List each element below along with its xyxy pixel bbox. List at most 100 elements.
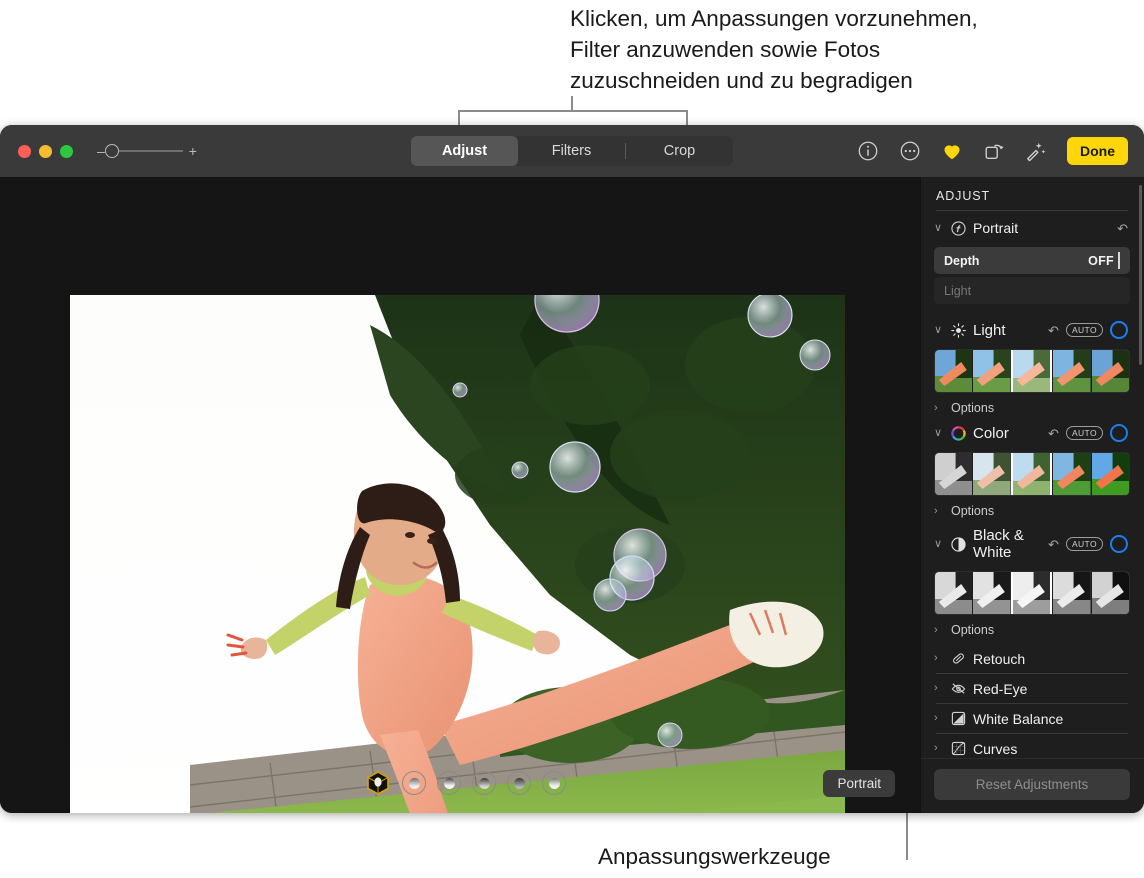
light-thumb-4[interactable] [1052, 350, 1090, 392]
portrait-light-row[interactable]: Light [934, 277, 1130, 304]
sidebar-item-curves-label: Curves [973, 741, 1130, 757]
toggle-color[interactable] [1110, 424, 1128, 442]
rotate-icon[interactable] [983, 140, 1005, 162]
callout-right-leader-line [906, 846, 908, 860]
zoom-slider[interactable]: – + [97, 144, 197, 158]
portrait-lighting-effects[interactable] [365, 770, 566, 796]
bw-thumb-5[interactable] [1091, 572, 1129, 614]
revert-icon-bw[interactable]: ↶ [1048, 538, 1059, 551]
light-thumb-5[interactable] [1091, 350, 1129, 392]
toggle-light[interactable] [1110, 321, 1128, 339]
color-thumb-4[interactable] [1052, 453, 1090, 495]
group-portrait[interactable]: ∨ Portrait ↶ [934, 211, 1130, 244]
depth-slider-caret[interactable] [1118, 252, 1120, 269]
edit-mode-segmented-control[interactable]: Adjust Filters Crop [411, 136, 733, 166]
effect-stage-light-mono-swatch [514, 778, 525, 789]
zoom-slider-track[interactable] [111, 150, 183, 152]
zoom-slider-knob[interactable] [105, 144, 119, 158]
chevron-right-icon[interactable]: › [934, 506, 944, 517]
bw-thumbnail-strip[interactable] [934, 571, 1130, 615]
color-thumb-3-selected[interactable] [1011, 453, 1052, 495]
chevron-right-icon[interactable]: › [934, 403, 944, 414]
light-thumbnail-strip[interactable] [934, 349, 1130, 393]
portrait-depth-row[interactable]: Depth OFF [934, 247, 1130, 274]
chevron-down-icon[interactable]: ∨ [934, 325, 944, 336]
chevron-down-icon[interactable]: ∨ [934, 428, 944, 439]
effect-contour-light[interactable] [437, 771, 461, 795]
chevron-right-icon[interactable]: › [934, 625, 944, 636]
bw-thumb-4[interactable] [1052, 572, 1090, 614]
sidebar-scrollbar-track[interactable] [1139, 177, 1142, 758]
effect-stage-light[interactable] [472, 771, 496, 795]
sidebar-item-curves[interactable]: › Curves [934, 734, 1130, 758]
chevron-down-icon[interactable]: ∨ [934, 223, 944, 234]
zoom-out-icon[interactable]: – [97, 144, 105, 158]
revert-icon-portrait[interactable]: ↶ [1117, 222, 1128, 235]
zoom-in-icon[interactable]: + [189, 144, 197, 158]
sidebar-item-retouch[interactable]: › Retouch [934, 644, 1130, 673]
effect-stage-light-mono[interactable] [507, 771, 531, 795]
auto-button-color[interactable]: AUTO [1066, 426, 1103, 441]
chevron-right-icon[interactable]: › [934, 743, 944, 754]
chevron-right-icon[interactable]: › [934, 683, 944, 694]
light-options-row[interactable]: › Options [934, 393, 1130, 422]
light-thumb-3-selected[interactable] [1011, 350, 1052, 392]
sidebar-item-white-balance-label: White Balance [973, 711, 1130, 727]
adjust-sidebar: ADJUST ∨ Portrait ↶ Depth OFF [920, 177, 1144, 813]
sidebar-scrollbar-thumb[interactable] [1139, 185, 1142, 365]
group-black-and-white[interactable]: ∨ Black & White ↶ AUTO [934, 525, 1130, 569]
sidebar-item-white-balance[interactable]: › White Balance [934, 704, 1130, 733]
tab-crop[interactable]: Crop [626, 136, 733, 166]
group-light[interactable]: ∨ Light ↶ AUTO [934, 307, 1130, 347]
tab-adjust[interactable]: Adjust [411, 136, 518, 166]
bw-options-row[interactable]: › Options [934, 615, 1130, 644]
bw-thumb-2[interactable] [972, 572, 1010, 614]
close-window-button[interactable] [18, 145, 31, 158]
light-thumb-1[interactable] [935, 350, 972, 392]
bw-thumb-1[interactable] [935, 572, 972, 614]
chevron-right-icon[interactable]: › [934, 653, 944, 664]
auto-enhance-icon[interactable] [1025, 140, 1047, 162]
zoom-window-button[interactable] [60, 145, 73, 158]
natural-light-cube-icon [365, 770, 391, 796]
favorite-icon[interactable] [941, 140, 963, 162]
portrait-mode-badge[interactable]: Portrait [823, 770, 895, 797]
toggle-bw[interactable] [1110, 535, 1128, 553]
effect-natural-light-cube[interactable] [365, 770, 391, 796]
tab-filters[interactable]: Filters [518, 136, 625, 166]
effect-contour-light-swatch [444, 778, 455, 789]
effect-studio-light-swatch [409, 778, 420, 789]
color-thumb-2[interactable] [972, 453, 1010, 495]
portrait-icon [951, 221, 966, 236]
chevron-right-icon[interactable]: › [934, 713, 944, 724]
chevron-down-icon[interactable]: ∨ [934, 539, 944, 550]
color-thumb-5[interactable] [1091, 453, 1129, 495]
bw-thumb-3-selected[interactable] [1011, 572, 1052, 614]
color-options-row[interactable]: › Options [934, 496, 1130, 525]
auto-button-bw[interactable]: AUTO [1066, 537, 1103, 552]
group-bw-label: Black & White [973, 527, 1041, 561]
effect-high-key-mono-swatch [549, 778, 560, 789]
more-icon[interactable] [899, 140, 921, 162]
sidebar-item-retouch-label: Retouch [973, 651, 1130, 667]
light-thumb-2[interactable] [972, 350, 1010, 392]
edited-photo[interactable] [70, 295, 845, 813]
done-button[interactable]: Done [1067, 137, 1128, 165]
group-color-label: Color [973, 425, 1041, 442]
black-white-icon [951, 537, 966, 552]
sidebar-item-red-eye[interactable]: › Red-Eye [934, 674, 1130, 703]
effect-high-key-mono[interactable] [542, 771, 566, 795]
minimize-window-button[interactable] [39, 145, 52, 158]
portrait-light-label: Light [944, 284, 971, 298]
color-thumb-1[interactable] [935, 453, 972, 495]
revert-icon-light[interactable]: ↶ [1048, 324, 1059, 337]
revert-icon-color[interactable]: ↶ [1048, 427, 1059, 440]
info-icon[interactable] [857, 140, 879, 162]
color-wheel-icon [951, 426, 966, 441]
group-color[interactable]: ∨ Color ↶ AUTO [934, 422, 1130, 450]
reset-adjustments-button[interactable]: Reset Adjustments [934, 769, 1130, 800]
effect-studio-light[interactable] [402, 771, 426, 795]
auto-button-light[interactable]: AUTO [1066, 323, 1103, 338]
adjust-list[interactable]: ADJUST ∨ Portrait ↶ Depth OFF [920, 177, 1144, 758]
color-thumbnail-strip[interactable] [934, 452, 1130, 496]
